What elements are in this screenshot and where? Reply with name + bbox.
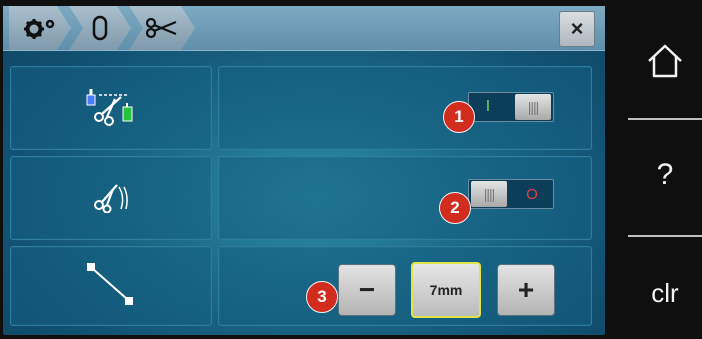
thread-cutter-icon [85, 85, 137, 132]
cut-thread-toggle[interactable]: |||| O [468, 179, 554, 209]
cut-thread-setting-icon-cell [10, 156, 212, 240]
top-bar: × [3, 6, 605, 51]
breadcrumb-thread-cut[interactable] [129, 6, 195, 50]
cut-thread-setting-control-cell: |||| O [218, 156, 592, 240]
jump-stitch-value: 7mm [429, 282, 463, 298]
sidebar-divider [628, 235, 702, 237]
cut-thread-icon [91, 179, 131, 218]
toggle-on-mark: I [485, 98, 491, 115]
callout-badge-2: 2 [439, 192, 471, 224]
increase-button[interactable]: + [497, 264, 555, 316]
thread-cutter-setting-icon-cell [10, 66, 212, 150]
sidebar-divider [628, 118, 702, 120]
minus-icon: − [358, 274, 376, 305]
callout-badge-1: 1 [443, 101, 475, 133]
decrease-button[interactable]: − [338, 264, 396, 316]
toggle-knob: |||| [515, 94, 551, 120]
presser-foot-icon [90, 15, 110, 41]
close-icon: × [570, 16, 584, 41]
callout-badge-3: 3 [306, 281, 338, 313]
scissors-icon [145, 17, 179, 39]
toggle-knob: |||| [471, 181, 507, 207]
home-icon [646, 43, 684, 84]
plus-icon: + [517, 274, 535, 305]
jump-stitch-setting-icon-cell [10, 246, 212, 326]
jump-stitch-value-display: 7mm [411, 262, 481, 318]
breadcrumb-settings[interactable] [9, 6, 71, 50]
jump-stitch-icon [83, 259, 139, 314]
gears-icon [23, 17, 57, 39]
clear-label: clr [651, 277, 679, 308]
breadcrumb-presser-foot[interactable] [69, 6, 131, 50]
toggle-off-mark: O [526, 185, 538, 203]
home-button[interactable] [628, 18, 702, 108]
close-button[interactable]: × [559, 11, 595, 47]
help-icon: ? [656, 158, 674, 191]
help-button[interactable]: ? [628, 130, 702, 220]
thread-cutter-setting-control-cell: I |||| [218, 66, 592, 150]
clear-button[interactable]: clr [628, 248, 702, 338]
thread-cutter-toggle[interactable]: I |||| [468, 92, 554, 122]
